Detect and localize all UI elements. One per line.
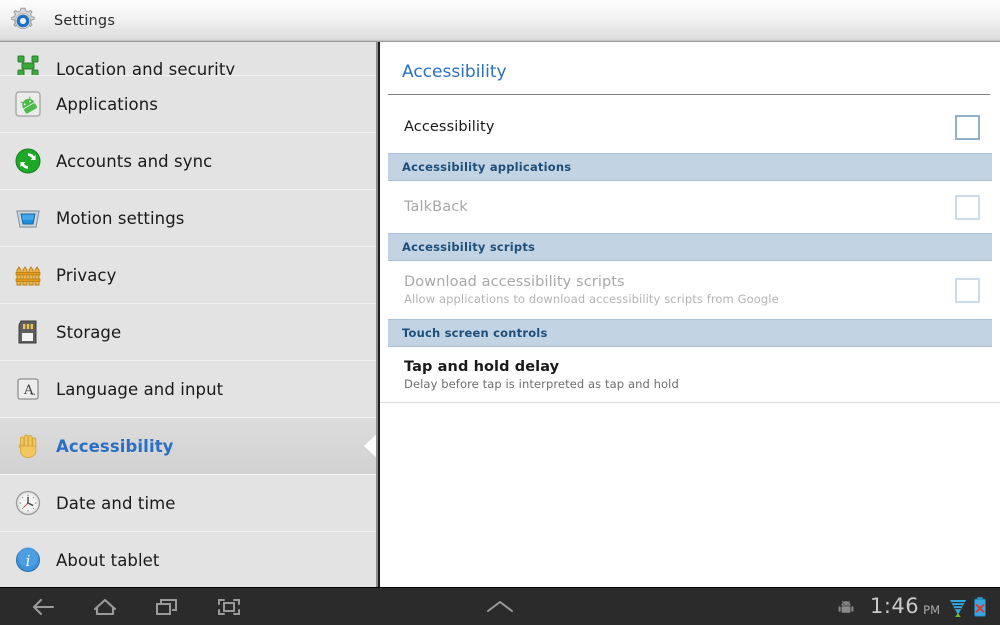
clock-ampm: PM (923, 603, 940, 617)
status-icons[interactable]: 1:46 PM (836, 588, 992, 625)
wifi-signal-icon (948, 596, 968, 618)
tablet-screen: Settings Location and security Applicati… (0, 0, 1000, 625)
sidebar-item-accounts-and-sync[interactable]: Accounts and sync (0, 133, 376, 190)
screenshot-button[interactable] (198, 588, 260, 625)
pref-summary: Allow applications to download accessibi… (404, 292, 779, 306)
svg-text:A: A (23, 383, 34, 398)
page-title: Accessibility (402, 62, 507, 82)
app-title: Settings (54, 12, 116, 29)
pref-tap-and-hold-delay[interactable]: Tap and hold delay Delay before tap is i… (380, 347, 1000, 403)
system-bar: 1:46 PM (0, 587, 1000, 625)
privacy-fence-icon (0, 260, 56, 290)
date-time-clock-icon (0, 488, 56, 518)
sidebar-item-language-and-input[interactable]: A Language and input (0, 361, 376, 418)
sidebar-item-privacy[interactable]: Privacy (0, 247, 376, 304)
applications-android-icon (0, 88, 56, 120)
language-input-icon: A (0, 374, 56, 404)
pref-summary: Delay before tap is interpreted as tap a… (404, 376, 679, 391)
pref-title: TalkBack (404, 199, 468, 215)
back-arrow-icon (32, 598, 55, 616)
accounts-sync-icon (0, 145, 56, 177)
sidebar-item-label: Accessibility (56, 436, 174, 456)
clock-time: 1:46 (869, 594, 920, 618)
sidebar-item-label: Date and time (56, 493, 176, 513)
back-button[interactable] (12, 588, 74, 625)
storage-sdcard-icon (0, 317, 56, 347)
battery-error-icon (972, 596, 988, 618)
sidebar-item-label: About tablet (56, 550, 160, 570)
sidebar-item-label: Storage (56, 322, 122, 342)
recents-button[interactable] (136, 588, 198, 625)
recent-apps-icon (156, 599, 177, 615)
pref-download-accessibility-scripts[interactable]: Download accessibility scripts Allow app… (380, 261, 1000, 319)
notification-handle[interactable] (480, 588, 520, 625)
section-accessibility-applications: Accessibility applications (388, 153, 992, 181)
about-tablet-info-icon: i (0, 545, 56, 575)
location-security-icon (0, 45, 56, 77)
settings-sidebar[interactable]: Location and security Applications Accou… (0, 42, 378, 587)
android-robot-icon (836, 597, 856, 617)
sidebar-item-label: Motion settings (56, 208, 185, 228)
sidebar-item-storage[interactable]: Storage (0, 304, 376, 361)
pref-title: Download accessibility scripts (404, 274, 625, 290)
pref-title: Tap and hold delay (404, 358, 560, 375)
sidebar-item-accessibility[interactable]: Accessibility (0, 418, 376, 475)
sidebar-item-about-tablet[interactable]: i About tablet (0, 532, 376, 587)
navigation-buttons (12, 588, 260, 625)
sidebar-item-label: Applications (56, 94, 158, 114)
sidebar-item-applications[interactable]: Applications (0, 76, 376, 133)
section-accessibility-scripts: Accessibility scripts (388, 233, 992, 261)
accessibility-settings-pane: Accessibility Accessibility Accessibilit… (380, 42, 1000, 587)
accessibility-master-checkbox[interactable] (955, 114, 980, 140)
section-touch-screen-controls: Touch screen controls (388, 319, 992, 347)
action-bar: Settings (0, 0, 1000, 42)
sidebar-item-motion-settings[interactable]: Motion settings (0, 190, 376, 247)
pref-title: Accessibility (404, 119, 495, 135)
title-divider (388, 94, 990, 95)
talkback-checkbox[interactable] (955, 194, 980, 220)
home-button[interactable] (74, 588, 136, 625)
sidebar-item-label: Accounts and sync (56, 151, 213, 171)
motion-settings-icon (0, 202, 56, 234)
download-scripts-checkbox[interactable] (955, 277, 980, 303)
svg-text:i: i (26, 552, 31, 570)
sidebar-item-label: Privacy (56, 265, 117, 285)
sidebar-item-location-and-security[interactable]: Location and security (0, 42, 376, 79)
home-icon (93, 598, 117, 616)
sidebar-item-label: Language and input (56, 379, 224, 399)
settings-gear-icon[interactable] (0, 5, 46, 37)
selection-pointer (364, 433, 376, 459)
chevron-up-icon (487, 601, 513, 612)
screenshot-icon (218, 599, 240, 615)
pref-talkback[interactable]: TalkBack (380, 181, 1000, 233)
sidebar-item-date-and-time[interactable]: Date and time (0, 475, 376, 532)
accessibility-hand-icon (0, 430, 56, 462)
pref-accessibility-master[interactable]: Accessibility (380, 101, 1000, 153)
